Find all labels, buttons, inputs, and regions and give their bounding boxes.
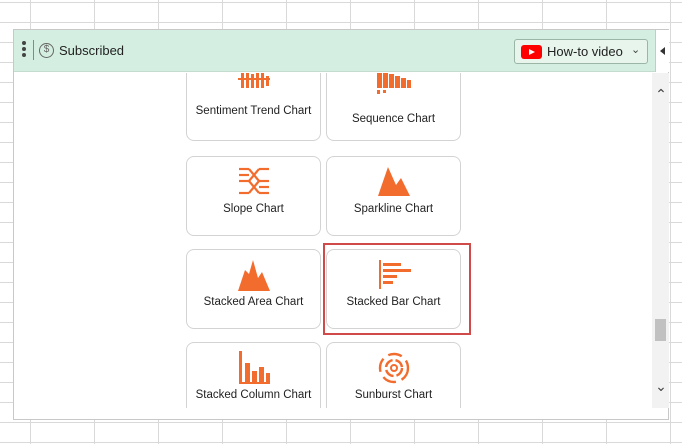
slope-chart-icon bbox=[238, 167, 269, 195]
chevron-down-icon[interactable]: ⌄ bbox=[654, 379, 668, 393]
subscription-status: Subscribed bbox=[59, 43, 125, 58]
stacked-area-chart-icon bbox=[237, 260, 270, 291]
tile-sunburst-chart[interactable]: Sunburst Chart bbox=[326, 342, 461, 408]
tile-stacked-bar-chart[interactable]: Stacked Bar Chart bbox=[326, 249, 461, 329]
sparkline-chart-icon bbox=[377, 167, 410, 196]
tile-label: Sunburst Chart bbox=[354, 389, 433, 401]
tile-stacked-area-chart[interactable]: Stacked Area Chart bbox=[186, 249, 321, 329]
stacked-column-chart-icon bbox=[238, 351, 270, 384]
chevron-down-icon: ⌄ bbox=[631, 44, 641, 56]
chart-gallery: Sentiment Trend Chart Sequence Chart Slo… bbox=[14, 73, 653, 408]
youtube-icon bbox=[521, 45, 542, 59]
tile-sentiment-trend-chart[interactable]: Sentiment Trend Chart bbox=[186, 73, 321, 141]
howto-video-label: How-to video bbox=[547, 44, 623, 59]
tile-label: Sparkline Chart bbox=[353, 203, 434, 215]
tile-label: Sequence Chart bbox=[351, 113, 436, 125]
tile-label: Sentiment Trend Chart bbox=[195, 105, 312, 117]
sunburst-chart-icon bbox=[378, 352, 409, 384]
tile-slope-chart[interactable]: Slope Chart bbox=[186, 156, 321, 236]
header-divider bbox=[33, 40, 34, 60]
dollar-circle-icon: $ bbox=[39, 43, 54, 58]
chevron-up-icon[interactable]: ⌃ bbox=[654, 87, 668, 101]
collapse-panel-button[interactable] bbox=[655, 30, 669, 72]
tile-label: Stacked Column Chart bbox=[195, 389, 312, 401]
tile-label: Stacked Bar Chart bbox=[346, 296, 441, 308]
stacked-bar-chart-icon bbox=[378, 260, 411, 289]
sentiment-trend-chart-icon bbox=[237, 73, 270, 88]
howto-video-button[interactable]: How-to video ⌄ bbox=[514, 39, 648, 64]
tile-stacked-column-chart[interactable]: Stacked Column Chart bbox=[186, 342, 321, 408]
tile-label: Stacked Area Chart bbox=[203, 296, 304, 308]
add-in-panel: $ Subscribed How-to video ⌄ Sentiment Tr… bbox=[13, 29, 669, 420]
tile-sequence-chart[interactable]: Sequence Chart bbox=[326, 73, 461, 141]
panel-header: $ Subscribed How-to video ⌄ bbox=[14, 30, 655, 72]
scrollbar-thumb[interactable] bbox=[655, 319, 666, 341]
vertical-scrollbar[interactable]: ⌃ ⌄ bbox=[652, 73, 669, 408]
drag-handle-icon[interactable] bbox=[22, 41, 26, 59]
tile-sparkline-chart[interactable]: Sparkline Chart bbox=[326, 156, 461, 236]
sequence-chart-icon bbox=[376, 73, 411, 94]
tile-label: Slope Chart bbox=[223, 203, 284, 215]
